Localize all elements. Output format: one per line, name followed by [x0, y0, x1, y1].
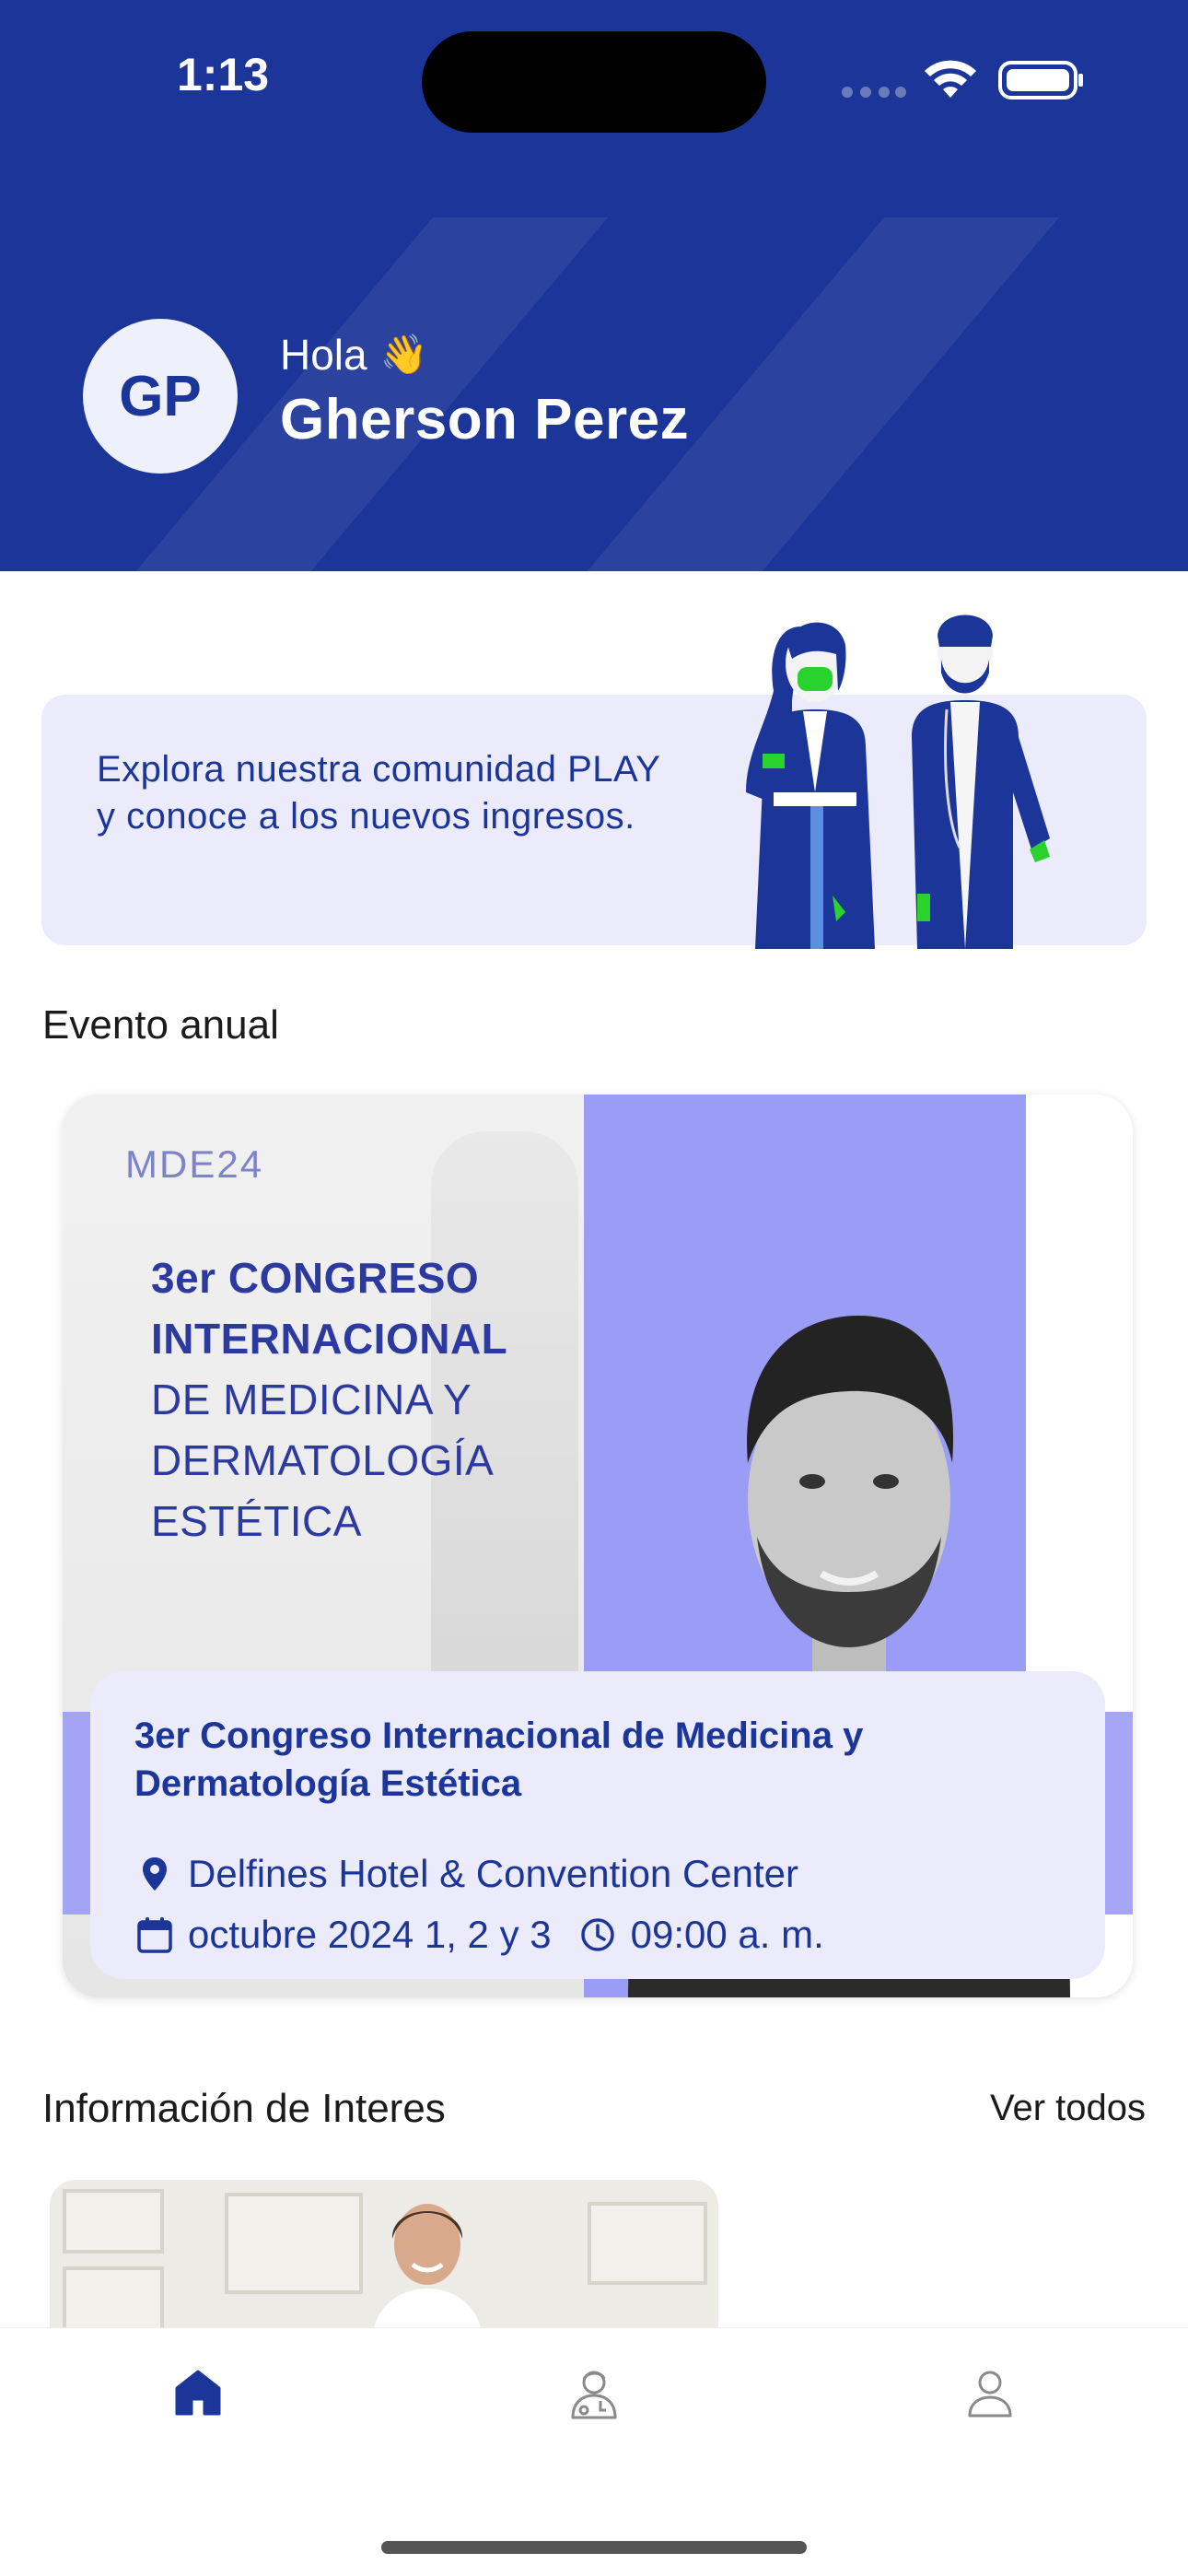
- clock-icon: [580, 1918, 614, 1951]
- greeting: Hola 👋: [280, 330, 428, 380]
- poster-heading-line: 3er CONGRESO: [151, 1254, 480, 1302]
- poster-heading-line: INTERNACIONAL: [151, 1315, 508, 1363]
- poster-heading-line: DE MEDICINA Y: [151, 1376, 472, 1423]
- waving-hand-icon: 👋: [379, 332, 428, 376]
- cellular-signal-icon: [842, 87, 906, 98]
- home-icon: [175, 2370, 221, 2416]
- poster-heading-line: DERMATOLOGÍA: [151, 1436, 495, 1484]
- event-info-panel: 3er Congreso Internacional de Medicina y…: [90, 1671, 1105, 1979]
- event-date-row: octubre 2024 1, 2 y 3 09:00 a. m.: [134, 1913, 824, 1957]
- dynamic-island: [422, 31, 766, 133]
- annual-event-card[interactable]: MDE24 3er CONGRESO INTERNACIONAL DE MEDI…: [63, 1095, 1133, 1997]
- wall-frame-decoration: [63, 2266, 164, 2331]
- event-location-row: Delfines Hotel & Convention Center: [134, 1852, 798, 1896]
- greeting-text: Hola: [280, 331, 367, 379]
- section-title-annual-event: Evento anual: [42, 1002, 279, 1048]
- user-name: Gherson Perez: [280, 388, 690, 451]
- event-time: 09:00 a. m.: [630, 1913, 824, 1956]
- doctor-icon: [571, 2371, 617, 2419]
- event-location: Delfines Hotel & Convention Center: [188, 1852, 799, 1895]
- wall-frame-decoration: [588, 2202, 707, 2285]
- event-title: 3er Congreso Internacional de Medicina y…: [134, 1715, 864, 1804]
- tab-doctors[interactable]: [557, 2356, 631, 2430]
- section-title-info: Información de Interes: [42, 2086, 446, 2131]
- event-date: octubre 2024 1, 2 y 3: [188, 1913, 552, 1956]
- doctors-illustration: [746, 615, 1050, 949]
- poster-heading: 3er CONGRESO INTERNACIONAL DE MEDICINA Y…: [151, 1247, 584, 1551]
- info-card-thumbnail[interactable]: [50, 2180, 718, 2336]
- tab-home[interactable]: [161, 2356, 235, 2430]
- user-icon: [968, 2371, 1012, 2418]
- bottom-navigation: [0, 2327, 1188, 2576]
- battery-icon: [998, 61, 1083, 100]
- doctor-portrait: [372, 2204, 483, 2336]
- calendar-icon: [137, 1917, 172, 1953]
- location-pin-icon: [143, 1857, 167, 1891]
- poster-logo: MDE24: [125, 1142, 264, 1186]
- poster-heading-line: ESTÉTICA: [151, 1497, 362, 1545]
- wall-frame-decoration: [63, 2189, 164, 2254]
- avatar[interactable]: GP: [83, 319, 238, 474]
- community-banner-text: Explora nuestra comunidad PLAY y conoce …: [97, 749, 660, 837]
- tab-profile[interactable]: [953, 2356, 1027, 2430]
- see-all-button[interactable]: Ver todos: [990, 2088, 1146, 2129]
- header: 1:13 GP Hola 👋 Gherson Perez: [0, 0, 1188, 571]
- wifi-icon: [925, 60, 976, 98]
- status-time: 1:13: [177, 49, 270, 100]
- event-time-group: 09:00 a. m.: [577, 1913, 824, 1957]
- home-indicator[interactable]: [381, 2541, 807, 2554]
